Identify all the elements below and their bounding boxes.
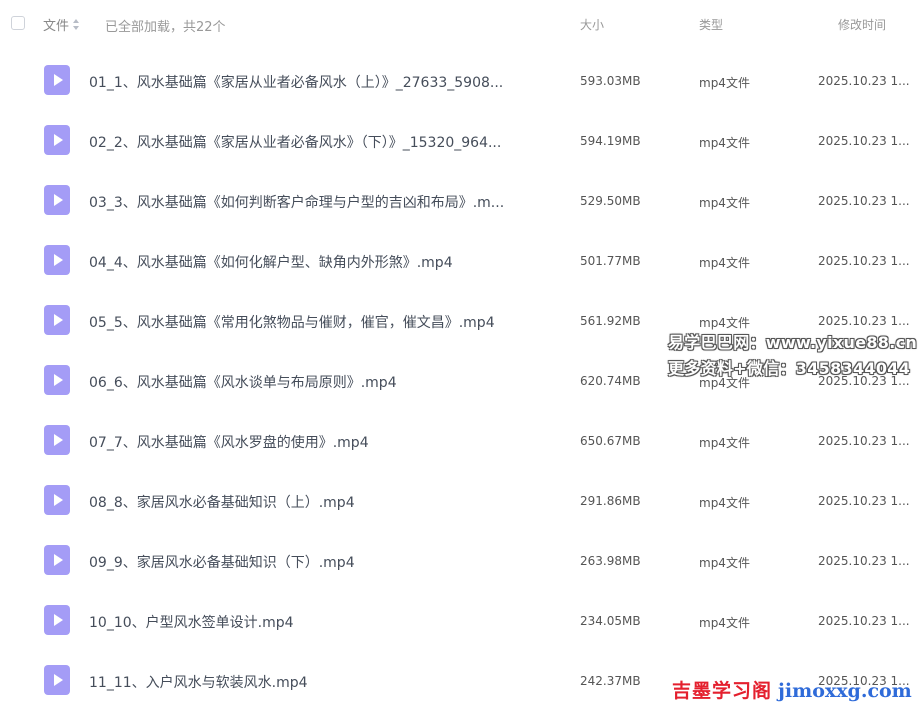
video-file-icon — [44, 185, 70, 215]
file-type: mp4文件 — [699, 556, 750, 570]
video-file-icon — [44, 605, 70, 635]
brand-name-cn: 吉墨学习阁 — [672, 680, 773, 702]
file-size: 529.50MB — [580, 194, 641, 208]
file-type: mp4文件 — [699, 76, 750, 90]
file-type: mp4文件 — [699, 256, 750, 270]
watermark-overlay: 易学巴巴网：www.yixue88.cn 更多资料+微信：3458344044 — [668, 330, 917, 382]
file-row[interactable]: 10_10、户型风水签单设计.mp4 234.05MB mp4文件 2025.1… — [0, 591, 923, 651]
file-size: 593.03MB — [580, 74, 641, 88]
file-size: 594.19MB — [580, 134, 641, 148]
file-size: 242.37MB — [580, 674, 641, 688]
file-name[interactable]: 06_6、风水基础篇《风水谈单与布局原则》.mp4 — [89, 372, 397, 392]
watermark-line-2: 更多资料+微信：3458344044 — [668, 359, 911, 378]
file-modified-time: 2025.10.23 1... — [818, 194, 910, 208]
file-name[interactable]: 11_11、入户风水与软装风水.mp4 — [89, 672, 308, 692]
file-row[interactable]: 03_3、风水基础篇《如何判断客户命理与户型的吉凶和布局》.m... 529.5… — [0, 171, 923, 231]
file-type: mp4文件 — [699, 196, 750, 210]
file-modified-time: 2025.10.23 1... — [818, 134, 910, 148]
file-type: mp4文件 — [699, 136, 750, 150]
type-column-header[interactable]: 类型 — [699, 16, 723, 33]
sort-icon[interactable] — [73, 18, 80, 31]
file-size: 561.92MB — [580, 314, 641, 328]
file-modified-time: 2025.10.23 1... — [818, 314, 910, 328]
video-file-icon — [44, 245, 70, 275]
loaded-count-text: 已全部加载，共22个 — [105, 20, 226, 35]
name-column-header[interactable]: 文件 — [43, 15, 80, 34]
video-file-icon — [44, 425, 70, 455]
video-file-icon — [44, 665, 70, 695]
video-file-icon — [44, 545, 70, 575]
file-modified-time: 2025.10.23 1... — [818, 494, 910, 508]
file-type: mp4文件 — [699, 496, 750, 510]
file-name[interactable]: 05_5、风水基础篇《常用化煞物品与催财，催官，催文昌》.mp4 — [89, 312, 495, 332]
file-type: mp4文件 — [699, 316, 750, 330]
file-size: 291.86MB — [580, 494, 641, 508]
file-row[interactable]: 07_7、风水基础篇《风水罗盘的使用》.mp4 650.67MB mp4文件 2… — [0, 411, 923, 471]
video-file-icon — [44, 485, 70, 515]
file-size: 263.98MB — [580, 554, 641, 568]
file-row[interactable]: 01_1、风水基础篇《家居从业者必备风水（上）》_27633_5908... 5… — [0, 51, 923, 111]
video-file-icon — [44, 305, 70, 335]
brand-watermark: 吉墨学习阁 jimoxxg.com — [672, 676, 912, 703]
file-size: 501.77MB — [580, 254, 641, 268]
size-column-header[interactable]: 大小 — [580, 16, 604, 33]
video-file-icon — [44, 65, 70, 95]
file-name[interactable]: 09_9、家居风水必备基础知识（下）.mp4 — [89, 552, 355, 572]
file-modified-time: 2025.10.23 1... — [818, 254, 910, 268]
file-modified-time: 2025.10.23 1... — [818, 434, 910, 448]
name-column-label: 文件 — [43, 19, 70, 34]
file-list-header: 文件 已全部加载，共22个 大小 类型 修改时间 — [0, 0, 923, 48]
file-name[interactable]: 08_8、家居风水必备基础知识（上）.mp4 — [89, 492, 355, 512]
file-row[interactable]: 08_8、家居风水必备基础知识（上）.mp4 291.86MB mp4文件 20… — [0, 471, 923, 531]
brand-url: jimoxxg.com — [778, 680, 912, 702]
file-name[interactable]: 10_10、户型风水签单设计.mp4 — [89, 612, 294, 632]
file-row[interactable]: 04_4、风水基础篇《如何化解户型、缺角内外形煞》.mp4 501.77MB m… — [0, 231, 923, 291]
file-row[interactable]: 02_2、风水基础篇《家居从业者必备风水》（下）》_15320_964... 5… — [0, 111, 923, 171]
file-size: 650.67MB — [580, 434, 641, 448]
file-name[interactable]: 01_1、风水基础篇《家居从业者必备风水（上）》_27633_5908... — [89, 72, 503, 92]
file-modified-time: 2025.10.23 1... — [818, 614, 910, 628]
file-name[interactable]: 03_3、风水基础篇《如何判断客户命理与户型的吉凶和布局》.m... — [89, 192, 504, 212]
file-type: mp4文件 — [699, 436, 750, 450]
file-row[interactable]: 09_9、家居风水必备基础知识（下）.mp4 263.98MB mp4文件 20… — [0, 531, 923, 591]
select-all-checkbox[interactable] — [11, 16, 25, 30]
video-file-icon — [44, 365, 70, 395]
file-size: 620.74MB — [580, 374, 641, 388]
file-modified-time: 2025.10.23 1... — [818, 74, 910, 88]
video-file-icon — [44, 125, 70, 155]
file-modified-time: 2025.10.23 1... — [818, 554, 910, 568]
file-name[interactable]: 07_7、风水基础篇《风水罗盘的使用》.mp4 — [89, 432, 369, 452]
file-type: mp4文件 — [699, 616, 750, 630]
modified-time-column-header[interactable]: 修改时间 — [838, 16, 886, 33]
file-size: 234.05MB — [580, 614, 641, 628]
file-name[interactable]: 02_2、风水基础篇《家居从业者必备风水》（下）》_15320_964... — [89, 132, 501, 152]
file-name[interactable]: 04_4、风水基础篇《如何化解户型、缺角内外形煞》.mp4 — [89, 252, 453, 272]
watermark-line-1: 易学巴巴网：www.yixue88.cn — [668, 333, 918, 352]
